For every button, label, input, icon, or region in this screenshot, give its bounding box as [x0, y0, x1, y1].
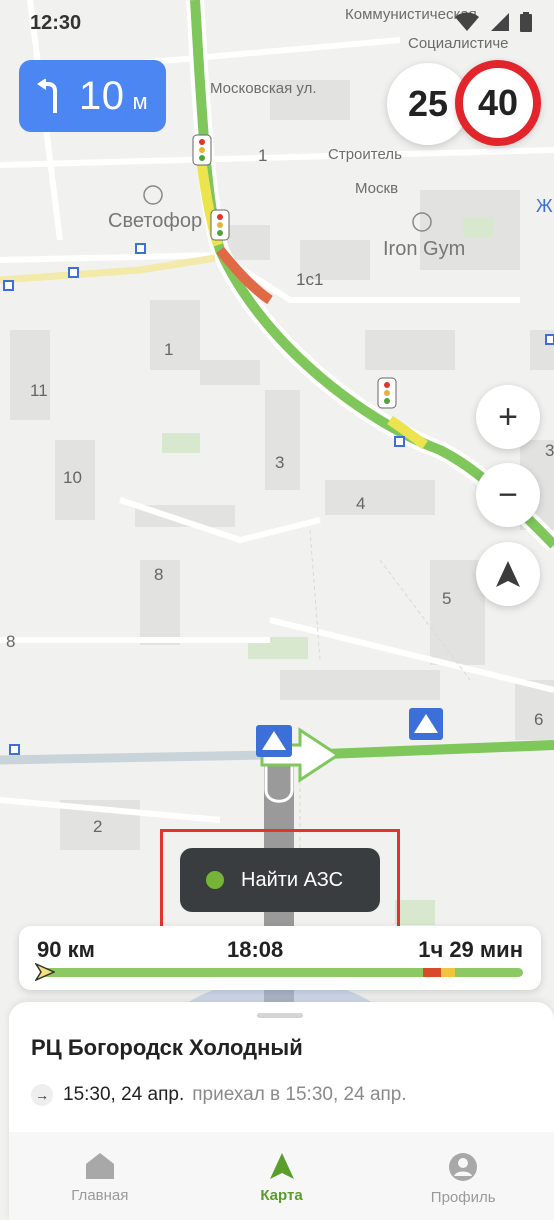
my-location-button[interactable] — [476, 542, 540, 606]
building-number: 1с1 — [296, 270, 324, 289]
speed-limit-sign: 40 — [455, 60, 541, 146]
remaining-distance: 90 км — [37, 937, 95, 962]
tab-home[interactable]: Главная — [9, 1132, 191, 1220]
zoom-in-button[interactable]: + — [476, 385, 540, 449]
street-label: Московская ул. — [210, 80, 317, 97]
status-bar: 12:30 — [0, 0, 554, 48]
street-label: Строитель — [328, 146, 402, 163]
wifi-icon — [455, 12, 479, 31]
tab-map[interactable]: Карта — [191, 1132, 373, 1220]
street-label: Москв — [355, 180, 399, 197]
arrival-row: → 15:30, 24 апр. приехал в 15:30, 24 апр… — [31, 1084, 407, 1106]
arrow-right-icon: → — [31, 1084, 53, 1106]
building-number: 2 — [93, 817, 103, 836]
profile-icon — [449, 1153, 478, 1181]
destination-name: РЦ Богородск Холодный — [31, 1035, 303, 1060]
maneuver-unit: м — [132, 89, 148, 114]
traffic-jam-segment — [423, 968, 441, 977]
arrival-time: 18:08 — [227, 937, 284, 962]
building-number: 5 — [442, 589, 452, 608]
arrival-note: приехал в 15:30, 24 апр. — [192, 1084, 407, 1105]
remaining-time: 1ч 29 мин — [418, 937, 523, 962]
tab-label: Профиль — [430, 1189, 496, 1206]
slow-traffic-segment — [441, 968, 455, 977]
bottom-tab-bar: Главная Карта Профиль — [9, 1132, 554, 1220]
cellular-signal-icon — [491, 13, 509, 31]
building-number: 4 — [356, 494, 366, 513]
building-number: 1 — [164, 340, 174, 359]
building-number: 8 — [6, 632, 16, 651]
plus-icon: + — [498, 397, 518, 436]
maneuver-distance: 10 — [79, 73, 125, 118]
status-icons — [454, 12, 532, 32]
building-number: 3 — [275, 453, 285, 472]
building-number: 10 — [63, 468, 82, 487]
street-label: Ж — [536, 196, 553, 216]
building-number: 6 — [534, 710, 544, 729]
screen: Коммунистическая Социалистиче Московская… — [0, 0, 554, 1220]
battery-icon — [520, 12, 532, 32]
next-maneuver[interactable]: 10 м — [19, 60, 166, 132]
building-number: 8 — [154, 565, 164, 584]
tab-label: Карта — [260, 1187, 303, 1204]
turn-left-icon — [37, 79, 57, 113]
home-icon — [85, 1153, 114, 1179]
route-progress-panel[interactable]: 90 км 18:08 1ч 29 мин — [19, 926, 541, 990]
current-position-icon — [35, 963, 55, 981]
route-progress-bar — [41, 968, 523, 977]
poi-label: Светофор — [108, 210, 203, 232]
poi-label: Iron Gym — [383, 238, 466, 260]
highlight-box — [160, 829, 400, 932]
navigation-arrow-icon — [496, 561, 520, 587]
building-number: 1 — [258, 146, 268, 165]
navigation-arrow-icon — [269, 1153, 294, 1179]
tab-label: Главная — [71, 1187, 129, 1204]
status-time: 12:30 — [30, 12, 82, 34]
sheet-handle[interactable] — [257, 1013, 303, 1018]
building-number: 3 — [545, 441, 554, 460]
arrival-datetime: 15:30, 24 апр. — [63, 1084, 185, 1105]
minus-icon: − — [498, 475, 518, 514]
zoom-out-button[interactable]: − — [476, 463, 540, 527]
building-number: 11 — [30, 381, 48, 400]
tab-profile[interactable]: Профиль — [372, 1132, 554, 1220]
